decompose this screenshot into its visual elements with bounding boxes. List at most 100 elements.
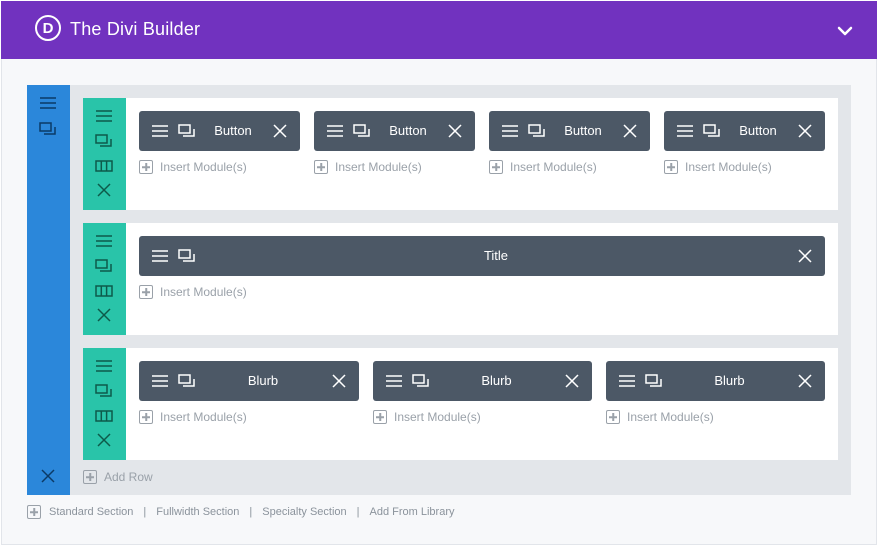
standard-section-link[interactable]: Standard Section <box>49 506 133 518</box>
close-icon[interactable] <box>562 371 582 391</box>
duplicate-icon[interactable] <box>94 258 114 274</box>
insert-module-link[interactable]: Insert Module(s) <box>489 158 597 176</box>
hamburger-icon[interactable] <box>38 95 58 111</box>
builder-title: The Divi Builder <box>70 19 201 39</box>
specialty-section-link[interactable]: Specialty Section <box>262 506 346 518</box>
insert-module-label: Insert Module(s) <box>335 160 422 174</box>
close-icon[interactable] <box>270 121 290 141</box>
close-icon[interactable] <box>38 467 58 485</box>
columns-icon[interactable] <box>94 158 114 174</box>
close-icon[interactable] <box>445 121 465 141</box>
plus-icon <box>27 505 41 519</box>
duplicate-icon[interactable] <box>352 121 372 141</box>
hamburger-icon[interactable] <box>94 233 114 249</box>
module-blurb[interactable]: Blurb <box>606 361 825 401</box>
hamburger-icon[interactable] <box>150 246 170 266</box>
duplicate-icon[interactable] <box>702 121 722 141</box>
duplicate-icon[interactable] <box>94 133 114 149</box>
duplicate-icon[interactable] <box>38 121 58 137</box>
module-button[interactable]: Button <box>314 111 475 151</box>
row-settings-bar <box>83 98 126 210</box>
plus-icon <box>373 410 387 424</box>
chevron-down-icon[interactable] <box>833 21 857 41</box>
plus-icon <box>139 160 153 174</box>
add-row-link[interactable]: Add Row <box>83 468 153 486</box>
plus-icon <box>489 160 503 174</box>
module-blurb[interactable]: Blurb <box>139 361 359 401</box>
module-button[interactable]: Button <box>489 111 650 151</box>
module-label: Blurb <box>714 373 745 388</box>
close-icon[interactable] <box>94 432 114 448</box>
module-blurb[interactable]: Blurb <box>373 361 592 401</box>
duplicate-icon[interactable] <box>94 383 114 399</box>
row-2: Title Insert Module(s) <box>83 223 838 335</box>
insert-module-label: Insert Module(s) <box>394 410 481 424</box>
duplicate-icon[interactable] <box>177 246 197 266</box>
module-label: Button <box>214 123 252 138</box>
close-icon[interactable] <box>620 121 640 141</box>
insert-module-link[interactable]: Insert Module(s) <box>139 408 247 426</box>
row-settings-bar <box>83 223 126 335</box>
hamburger-icon[interactable] <box>150 371 170 391</box>
insert-module-label: Insert Module(s) <box>510 160 597 174</box>
plus-icon <box>139 285 153 299</box>
close-icon[interactable] <box>795 371 815 391</box>
module-label: Blurb <box>247 373 279 388</box>
insert-module-link[interactable]: Insert Module(s) <box>139 283 247 301</box>
duplicate-icon[interactable] <box>177 371 197 391</box>
duplicate-icon[interactable] <box>411 371 431 391</box>
separator: | <box>356 506 360 518</box>
add-row-label: Add Row <box>104 470 153 484</box>
module-label: Button <box>739 123 777 138</box>
plus-icon <box>664 160 678 174</box>
hamburger-icon[interactable] <box>325 121 345 141</box>
columns-icon[interactable] <box>94 408 114 424</box>
module-button[interactable]: Button <box>664 111 825 151</box>
row-3: Blurb Insert Module(s) Blurb Insert Modu… <box>83 348 838 460</box>
hamburger-icon[interactable] <box>500 121 520 141</box>
close-icon[interactable] <box>795 246 815 266</box>
divi-logo: D <box>35 15 61 41</box>
plus-icon <box>606 410 620 424</box>
close-icon[interactable] <box>329 371 349 391</box>
module-button[interactable]: Button <box>139 111 300 151</box>
hamburger-icon[interactable] <box>94 108 114 124</box>
fullwidth-section-link[interactable]: Fullwidth Section <box>156 506 239 518</box>
module-label: Button <box>389 123 427 138</box>
insert-module-link[interactable]: Insert Module(s) <box>664 158 772 176</box>
insert-module-label: Insert Module(s) <box>627 410 714 424</box>
hamburger-icon[interactable] <box>675 121 695 141</box>
duplicate-icon[interactable] <box>644 371 664 391</box>
section-footer: Standard Section | Fullwidth Section | S… <box>27 503 455 521</box>
close-icon[interactable] <box>795 121 815 141</box>
duplicate-icon[interactable] <box>527 121 547 141</box>
section-settings-bar <box>27 85 70 495</box>
insert-module-link[interactable]: Insert Module(s) <box>314 158 422 176</box>
insert-module-label: Insert Module(s) <box>685 160 772 174</box>
module-title[interactable]: Title <box>139 236 825 276</box>
hamburger-icon[interactable] <box>384 371 404 391</box>
close-icon[interactable] <box>94 182 114 198</box>
row-settings-bar <box>83 348 126 460</box>
hamburger-icon[interactable] <box>94 358 114 374</box>
module-label: Button <box>564 123 602 138</box>
columns-icon[interactable] <box>94 283 114 299</box>
hamburger-icon[interactable] <box>150 121 170 141</box>
plus-icon <box>314 160 328 174</box>
add-from-library-link[interactable]: Add From Library <box>370 506 455 518</box>
separator: | <box>249 506 253 518</box>
separator: | <box>143 506 147 518</box>
module-label: Title <box>483 248 509 263</box>
insert-module-label: Insert Module(s) <box>160 410 247 424</box>
hamburger-icon[interactable] <box>617 371 637 391</box>
duplicate-icon[interactable] <box>177 121 197 141</box>
builder-header: D The Divi Builder <box>1 1 877 59</box>
insert-module-link[interactable]: Insert Module(s) <box>373 408 481 426</box>
insert-module-label: Insert Module(s) <box>160 285 247 299</box>
insert-module-link[interactable]: Insert Module(s) <box>139 158 247 176</box>
insert-module-link[interactable]: Insert Module(s) <box>606 408 714 426</box>
module-label: Blurb <box>481 373 512 388</box>
row-1: Button Insert Module(s) Button Insert Mo… <box>83 98 838 210</box>
plus-icon <box>83 470 97 484</box>
close-icon[interactable] <box>94 307 114 323</box>
